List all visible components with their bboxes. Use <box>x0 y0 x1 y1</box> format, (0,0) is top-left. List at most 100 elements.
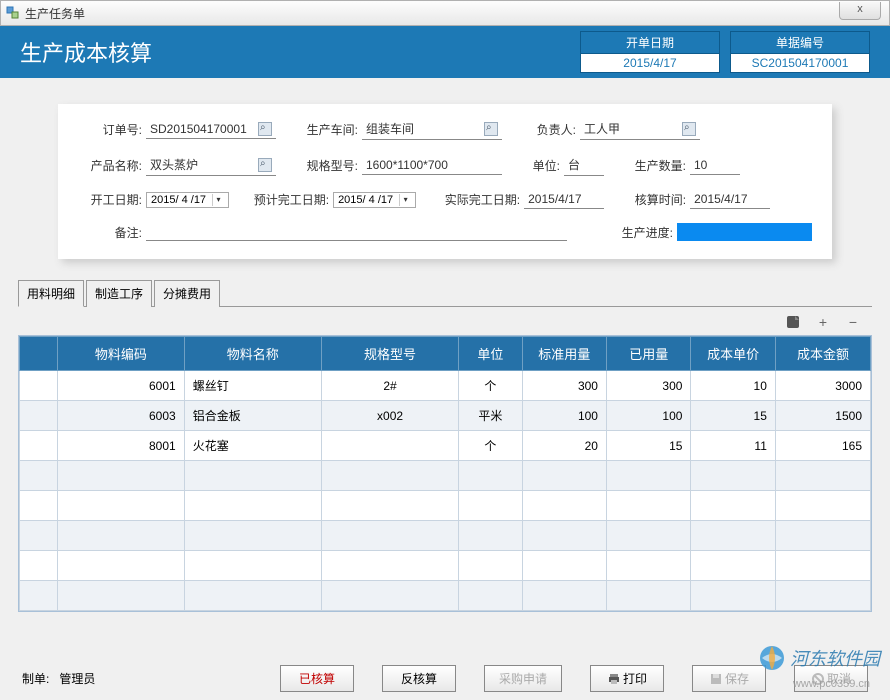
workshop-label: 生产车间: <box>294 121 358 138</box>
chevron-down-icon[interactable]: ▾ <box>399 194 411 206</box>
page-title: 生产成本核算 <box>20 36 570 68</box>
cell-code[interactable]: 8001 <box>58 431 185 461</box>
cell-amount[interactable]: 3000 <box>775 371 870 401</box>
tab-bar: 用料明细 制造工序 分摊费用 <box>18 279 872 307</box>
col-code[interactable]: 物料编码 <box>58 337 185 371</box>
col-amount[interactable]: 成本金额 <box>775 337 870 371</box>
page-header: 生产成本核算 开单日期 2015/4/17 单据编号 SC20150417000… <box>0 26 890 78</box>
product-field[interactable]: 双头蒸炉 <box>146 154 276 176</box>
window-titlebar: 生产任务单 x <box>0 0 890 26</box>
table-row[interactable] <box>20 581 871 611</box>
col-spec[interactable]: 规格型号 <box>321 337 458 371</box>
cancel-button[interactable]: 取消 <box>794 665 868 692</box>
remark-field[interactable] <box>146 223 567 241</box>
plan-end-value: 2015/ 4 /17 <box>338 194 393 206</box>
cell-name[interactable]: 铝合金板 <box>184 401 321 431</box>
workshop-field[interactable]: 组装车间 <box>362 118 502 140</box>
col-unit[interactable]: 单位 <box>459 337 522 371</box>
lookup-icon[interactable] <box>258 122 272 136</box>
cell-price[interactable]: 10 <box>691 371 775 401</box>
lookup-icon[interactable] <box>258 158 272 172</box>
actual-end-label: 实际完工日期: <box>434 191 520 208</box>
badge-open-date-label: 开单日期 <box>580 31 720 53</box>
cell-code[interactable]: 6003 <box>58 401 185 431</box>
owner-label: 负责人: <box>520 121 576 138</box>
print-button[interactable]: 打印 <box>590 665 664 692</box>
cell-name[interactable]: 螺丝钉 <box>184 371 321 401</box>
actual-end-field[interactable]: 2015/4/17 <box>524 190 604 209</box>
cell-spec[interactable]: 2# <box>321 371 458 401</box>
unit-field[interactable]: 台 <box>564 154 604 176</box>
maker-info: 制单: 管理员 <box>22 670 95 687</box>
remove-row-button[interactable]: − <box>844 313 862 331</box>
start-date-picker[interactable]: 2015/ 4 /17▾ <box>146 192 229 208</box>
maker-label: 制单: <box>22 672 49 686</box>
cell-unit[interactable]: 平米 <box>459 401 522 431</box>
save-icon <box>709 673 723 687</box>
reverse-button[interactable]: 反核算 <box>382 665 456 692</box>
app-icon <box>5 5 21 21</box>
spec-field[interactable]: 1600*1100*700 <box>362 156 502 175</box>
cell-price[interactable]: 15 <box>691 401 775 431</box>
cell-code[interactable]: 6001 <box>58 371 185 401</box>
cell-amount[interactable]: 165 <box>775 431 870 461</box>
badge-open-date-value: 2015/4/17 <box>580 53 720 73</box>
table-row[interactable] <box>20 491 871 521</box>
purchase-request-button[interactable]: 采购申请 <box>484 665 562 692</box>
cell-std[interactable]: 100 <box>522 401 606 431</box>
grid-header-row: 物料编码 物料名称 规格型号 单位 标准用量 已用量 成本单价 成本金额 <box>20 337 871 371</box>
table-row[interactable]: 6003铝合金板x002平米100100151500 <box>20 401 871 431</box>
col-used[interactable]: 已用量 <box>606 337 690 371</box>
spec-label: 规格型号: <box>294 157 358 174</box>
cell-std[interactable]: 20 <box>522 431 606 461</box>
lookup-icon[interactable] <box>682 122 696 136</box>
table-row[interactable] <box>20 521 871 551</box>
badge-doc-number: 单据编号 SC201504170001 <box>730 31 870 73</box>
product-value: 双头蒸炉 <box>150 156 198 173</box>
chevron-down-icon[interactable]: ▾ <box>212 194 224 206</box>
cell-std[interactable]: 300 <box>522 371 606 401</box>
form-panel: 订单号: SD201504170001 生产车间: 组装车间 负责人: 工人甲 … <box>58 104 832 259</box>
cell-amount[interactable]: 1500 <box>775 401 870 431</box>
plan-end-date-picker[interactable]: 2015/ 4 /17 ▾ <box>333 192 416 208</box>
save-button[interactable]: 保存 <box>692 665 766 692</box>
cell-name[interactable]: 火花塞 <box>184 431 321 461</box>
col-std[interactable]: 标准用量 <box>522 337 606 371</box>
cell-used[interactable]: 300 <box>606 371 690 401</box>
cell-spec[interactable]: x002 <box>321 401 458 431</box>
cell-spec[interactable] <box>321 431 458 461</box>
table-row[interactable] <box>20 461 871 491</box>
progress-bar <box>677 223 812 241</box>
table-row[interactable] <box>20 551 871 581</box>
calc-time-field[interactable]: 2015/4/17 <box>690 190 770 209</box>
grid-toolbar: + − <box>0 307 890 335</box>
cell-used[interactable]: 15 <box>606 431 690 461</box>
col-name[interactable]: 物料名称 <box>184 337 321 371</box>
badge-doc-number-label: 单据编号 <box>730 31 870 53</box>
add-row-button[interactable]: + <box>814 313 832 331</box>
plan-end-label: 预计完工日期: <box>247 191 329 208</box>
table-row[interactable]: 8001火花塞 个201511165 <box>20 431 871 461</box>
tab-materials[interactable]: 用料明细 <box>18 280 84 307</box>
qty-field[interactable]: 10 <box>690 156 740 175</box>
cancel-label: 取消 <box>827 672 851 686</box>
cell-unit[interactable]: 个 <box>459 371 522 401</box>
cell-price[interactable]: 11 <box>691 431 775 461</box>
close-button[interactable]: x <box>839 2 881 20</box>
note-icon[interactable] <box>784 313 802 331</box>
cell-used[interactable]: 100 <box>606 401 690 431</box>
col-price[interactable]: 成本单价 <box>691 337 775 371</box>
printer-icon <box>607 673 621 687</box>
tab-allocation[interactable]: 分摊费用 <box>154 280 220 307</box>
tab-process[interactable]: 制造工序 <box>86 280 152 307</box>
owner-field[interactable]: 工人甲 <box>580 118 700 140</box>
order-no-field[interactable]: SD201504170001 <box>146 120 276 139</box>
col-selector[interactable] <box>20 337 58 371</box>
start-date-label: 开工日期: <box>78 191 142 208</box>
remark-label: 备注: <box>78 224 142 241</box>
lookup-icon[interactable] <box>484 122 498 136</box>
cell-unit[interactable]: 个 <box>459 431 522 461</box>
confirmed-button[interactable]: 已核算 <box>280 665 354 692</box>
maker-value: 管理员 <box>59 672 95 686</box>
table-row[interactable]: 6001螺丝钉2#个300300103000 <box>20 371 871 401</box>
